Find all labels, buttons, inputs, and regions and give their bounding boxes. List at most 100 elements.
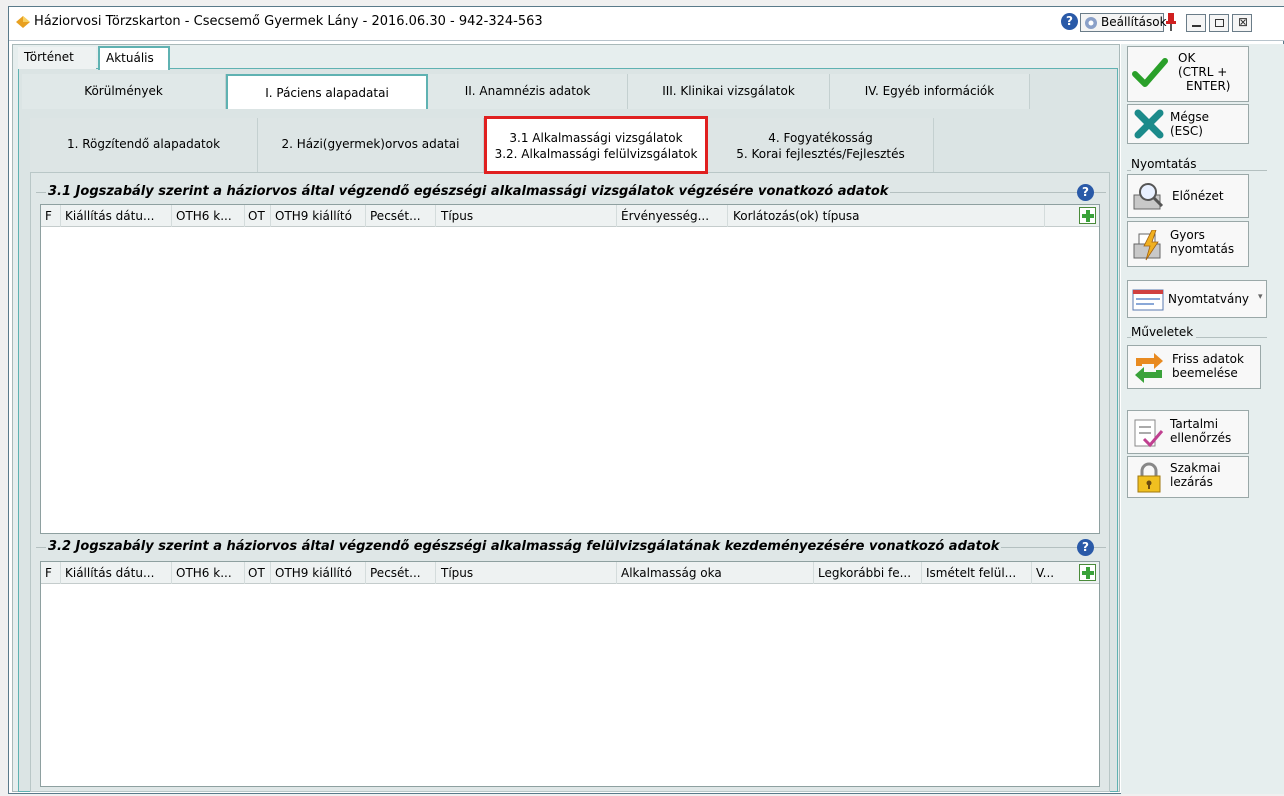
col-separator [244, 562, 245, 584]
col-ervenyesseg[interactable]: Érvényesség... [621, 209, 709, 223]
col-alkalmassag-oka[interactable]: Alkalmasság oka [621, 566, 722, 580]
subtab-fogyatekossag[interactable]: 4. Fogyatékosság 5. Korai fejlesztés/Fej… [708, 118, 934, 172]
subtab-label-line1: 3.1 Alkalmassági vizsgálatok [509, 131, 683, 145]
col-separator [1044, 205, 1045, 227]
fresh-label-line1: Friss adatok [1172, 352, 1244, 366]
col-f[interactable]: F [45, 566, 52, 580]
col-separator [1031, 562, 1032, 584]
subtab-label-line2: 5. Korai fejlesztés/Fejlesztés [736, 147, 905, 161]
add-row-plus-icon[interactable] [1079, 564, 1096, 581]
quick-print-button[interactable]: Gyors nyomtatás [1127, 221, 1249, 267]
section1-grid[interactable]: F Kiállítás dátu... OTH6 k... OT OTH9 ki… [40, 204, 1100, 534]
professional-close-button[interactable]: Szakmai lezárás [1127, 456, 1249, 498]
col-separator [171, 562, 172, 584]
close-button[interactable]: ⊠ [1232, 14, 1252, 32]
tab-klinikai[interactable]: III. Klinikai vizsgálatok [628, 74, 830, 109]
col-v[interactable]: V... [1036, 566, 1054, 580]
section1-title: 3.1 Jogszabály szerint a háziorvos által… [46, 184, 891, 199]
fresh-label-line2: beemelése [1172, 366, 1238, 380]
close-icon: ⊠ [1238, 15, 1249, 29]
col-kiallitas[interactable]: Kiállítás dátu... [65, 566, 154, 580]
section2-grid[interactable]: F Kiállítás dátu... OTH6 k... OT OTH9 ki… [40, 561, 1100, 787]
tab-label: IV. Egyéb információk [864, 84, 995, 98]
help-icon[interactable]: ? [1061, 13, 1078, 30]
tab-aktualis[interactable]: Aktuális [98, 46, 170, 70]
magnifier-icon [1133, 183, 1164, 210]
settings-label: Beállítások [1101, 15, 1167, 29]
quick-print-label-line2: nyomtatás [1170, 242, 1235, 256]
tab-tortenet[interactable]: Történet [18, 47, 96, 69]
subtab-haziorvos[interactable]: 2. Házi(gyermek)orvos adatai [258, 118, 484, 172]
form-document-icon [1132, 289, 1164, 311]
ok-button[interactable]: OK (CTRL + ENTER) [1127, 46, 1249, 102]
tab-label: Aktuális [106, 51, 154, 65]
ok-label-line3: ENTER) [1186, 79, 1231, 93]
ok-label-line1: OK [1178, 51, 1196, 65]
col-legkorabbi[interactable]: Legkorábbi fe... [818, 566, 911, 580]
subtab-label-line1: 4. Fogyatékosság [768, 131, 873, 145]
add-row-plus-icon[interactable] [1079, 207, 1096, 224]
col-separator [616, 562, 617, 584]
lock-icon [1137, 462, 1161, 493]
grid-header: F Kiállítás dátu... OTH6 k... OT OTH9 ki… [41, 562, 1099, 584]
content-check-label-line1: Tartalmi [1170, 417, 1219, 431]
col-separator [171, 205, 172, 227]
prof-close-label-line2: lezárás [1170, 475, 1213, 489]
checkmark-icon [1132, 58, 1168, 87]
col-tipus[interactable]: Típus [441, 566, 473, 580]
col-oth6[interactable]: OTH6 k... [176, 209, 232, 223]
col-pecset[interactable]: Pecsét... [370, 566, 421, 580]
refresh-arrows-icon [1135, 353, 1163, 383]
tab-korulmenyek[interactable]: Körülmények [22, 74, 226, 109]
cancel-label-line1: Mégse [1170, 110, 1209, 124]
tab-label: III. Klinikai vizsgálatok [662, 84, 795, 98]
cancel-button[interactable]: Mégse (ESC) [1127, 104, 1249, 144]
col-pecset[interactable]: Pecsét... [370, 209, 421, 223]
tab-label: II. Anamnézis adatok [464, 84, 591, 98]
col-separator [727, 205, 728, 227]
col-kiallitas[interactable]: Kiállítás dátu... [65, 209, 154, 223]
col-oth6[interactable]: OTH6 k... [176, 566, 232, 580]
col-ot[interactable]: OT [248, 209, 265, 223]
cancel-x-icon [1134, 109, 1164, 139]
tab-anamnezis[interactable]: II. Anamnézis adatok [428, 74, 628, 109]
window-title: Háziorvosi Törzskarton - Csecsemő Gyerme… [34, 14, 543, 29]
minimize-button[interactable] [1186, 14, 1206, 32]
tab-paciens-alapadatai[interactable]: I. Páciens alapadatai [226, 74, 428, 109]
gear-icon [1085, 17, 1097, 29]
settings-button[interactable]: Beállítások [1080, 13, 1167, 32]
form-dropdown-button[interactable]: Nyomtatvány ▾ [1127, 280, 1267, 318]
col-separator [270, 562, 271, 584]
tab-egyeb[interactable]: IV. Egyéb információk [830, 74, 1030, 109]
app-logo-icon [16, 16, 30, 28]
col-ismetelt[interactable]: Ismételt felül... [926, 566, 1016, 580]
col-separator [365, 205, 366, 227]
col-separator [813, 562, 814, 584]
subtab-alkalmassagi[interactable]: 3.1 Alkalmassági vizsgálatok 3.2. Alkalm… [484, 116, 708, 174]
form-label: Nyomtatvány [1168, 292, 1250, 306]
col-tipus[interactable]: Típus [441, 209, 473, 223]
col-korlatozas[interactable]: Korlátozás(ok) típusa [733, 209, 860, 223]
fresh-data-button[interactable]: Friss adatok beemelése [1127, 345, 1261, 389]
subtab-label: 1. Rögzítendő alapadatok [66, 137, 221, 151]
printer-lightning-icon [1133, 230, 1161, 261]
cancel-label-line2: (ESC) [1170, 124, 1203, 138]
subtab-rogzitendo[interactable]: 1. Rögzítendő alapadatok [30, 118, 258, 172]
help-icon[interactable]: ? [1077, 184, 1094, 201]
tab-label: Történet [24, 50, 74, 64]
subtab-label: 2. Házi(gyermek)orvos adatai [281, 137, 460, 151]
content-check-button[interactable]: Tartalmi ellenőrzés [1127, 410, 1249, 454]
col-ot[interactable]: OT [248, 566, 265, 580]
prof-close-label-line1: Szakmai [1170, 461, 1221, 475]
preview-button[interactable]: Előnézet [1127, 174, 1249, 218]
col-separator [365, 562, 366, 584]
col-separator [435, 562, 436, 584]
col-oth9[interactable]: OTH9 kiállító [275, 209, 352, 223]
checklist-icon [1134, 419, 1164, 448]
col-oth9[interactable]: OTH9 kiállító [275, 566, 352, 580]
pin-icon[interactable] [1164, 12, 1178, 32]
maximize-button[interactable] [1209, 14, 1229, 32]
help-icon[interactable]: ? [1077, 539, 1094, 556]
col-f[interactable]: F [45, 209, 52, 223]
tab-label: Körülmények [84, 84, 163, 98]
